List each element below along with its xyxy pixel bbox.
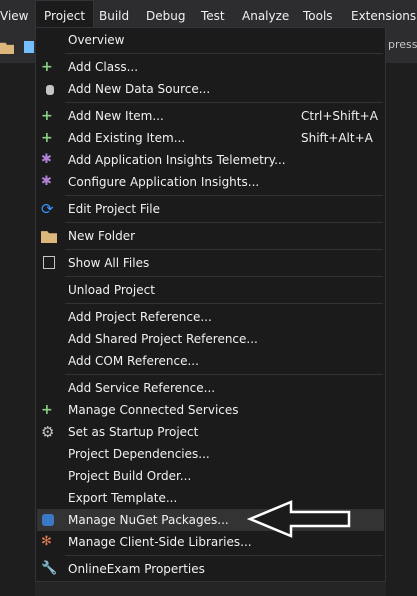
menu-item-set-startup-project[interactable]: ⚙ Set as Startup Project [37,421,384,443]
menu-item-label: Configure Application Insights... [68,175,260,189]
separator [65,222,383,223]
menu-item-label: Overview [68,33,125,47]
menu-item-add-service-reference[interactable]: Add Service Reference... [37,377,384,399]
menu-item-edit-project-file[interactable]: ⟳ Edit Project File [37,198,384,220]
menu-item-label: Add Application Insights Telemetry... [68,153,286,167]
separator [65,555,383,556]
database-icon [46,85,54,95]
menu-item-label: Add Class... [68,60,139,74]
menu-item-add-project-reference[interactable]: Add Project Reference... [37,306,384,328]
folder-icon [41,231,57,243]
annotation-arrow-icon [247,500,351,538]
menu-item-add-data-source[interactable]: Add New Data Source... [37,78,384,100]
menu-item-label: Add COM Reference... [68,354,199,368]
menu-item-properties[interactable]: 🔧 OnlineExam Properties [37,558,384,580]
menu-item-label: Add Existing Item... [68,131,186,145]
menu-item-add-new-item[interactable]: + Add New Item... Ctrl+Shift+A [37,105,384,127]
toolbar-truncated-text: press [388,38,417,51]
menu-item-configure-app-insights[interactable]: ✱ Configure Application Insights... [37,171,384,193]
files-icon [43,256,55,269]
separator [65,303,383,304]
menu-item-label: Manage NuGet Packages... [68,513,229,527]
menu-item-label: Add New Item... [68,109,164,123]
menu-item-add-app-insights[interactable]: ✱ Add Application Insights Telemetry... [37,149,384,171]
background-editor-right [386,63,417,596]
gear-icon: ⚙ [41,423,55,441]
project-menu-dropdown: Overview + Add Class... Add New Data Sou… [35,27,386,582]
menu-item-manage-connected-services[interactable]: + Manage Connected Services [37,399,384,421]
menu-item-add-class[interactable]: + Add Class... [37,56,384,78]
library-icon: ✻ [41,534,52,549]
add-item-icon: + [41,108,53,124]
separator [65,102,383,103]
menu-item-label: Manage Client-Side Libraries... [68,535,252,549]
menu-item-add-shared-project-reference[interactable]: Add Shared Project Reference... [37,328,384,350]
menu-item-label: Edit Project File [68,202,161,216]
open-folder-icon[interactable] [0,42,14,54]
background-editor-left [0,63,35,596]
menu-item-label: Export Template... [68,491,178,505]
connected-services-icon: + [41,402,53,418]
separator [65,195,383,196]
menu-item-shortcut: Shift+Alt+A [301,131,373,145]
nuget-icon [42,514,54,526]
menu-item-overview[interactable]: Overview [37,29,384,51]
separator [65,53,383,54]
menu-item-add-existing-item[interactable]: + Add Existing Item... Shift+Alt+A [37,127,384,149]
save-icon[interactable] [24,41,34,53]
wrench-icon: 🔧 [41,561,58,576]
menu-item-label: Project Build Order... [68,469,192,483]
menu-item-label: Add Shared Project Reference... [68,332,258,346]
menu-item-unload-project[interactable]: Unload Project [37,279,384,301]
menu-item-show-all-files[interactable]: Show All Files [37,252,384,274]
separator [65,249,383,250]
menu-item-label: Add Project Reference... [68,310,212,324]
insights-icon: ✱ [41,174,52,189]
refresh-icon: ⟳ [41,200,54,218]
add-icon: + [41,59,53,75]
menu-item-label: Manage Connected Services [68,403,239,417]
menu-item-label: Show All Files [68,256,150,270]
menu-item-label: New Folder [68,229,136,243]
menu-item-shortcut: Ctrl+Shift+A [301,109,378,123]
insights-icon: ✱ [41,152,52,167]
add-existing-icon: + [41,130,53,146]
menu-item-label: Add New Data Source... [68,82,211,96]
menu-item-label: Unload Project [68,283,155,297]
menu-item-add-com-reference[interactable]: Add COM Reference... [37,350,384,372]
menu-item-label: OnlineExam Properties [68,562,205,576]
menu-item-label: Project Dependencies... [68,447,210,461]
menu-item-project-dependencies[interactable]: Project Dependencies... [37,443,384,465]
separator [65,276,383,277]
menu-item-project-build-order[interactable]: Project Build Order... [37,465,384,487]
menu-item-new-folder[interactable]: New Folder [37,225,384,247]
separator [65,374,383,375]
menu-item-label: Add Service Reference... [68,381,216,395]
menu-view[interactable]: View [0,0,36,33]
menu-item-label: Set as Startup Project [68,425,199,439]
